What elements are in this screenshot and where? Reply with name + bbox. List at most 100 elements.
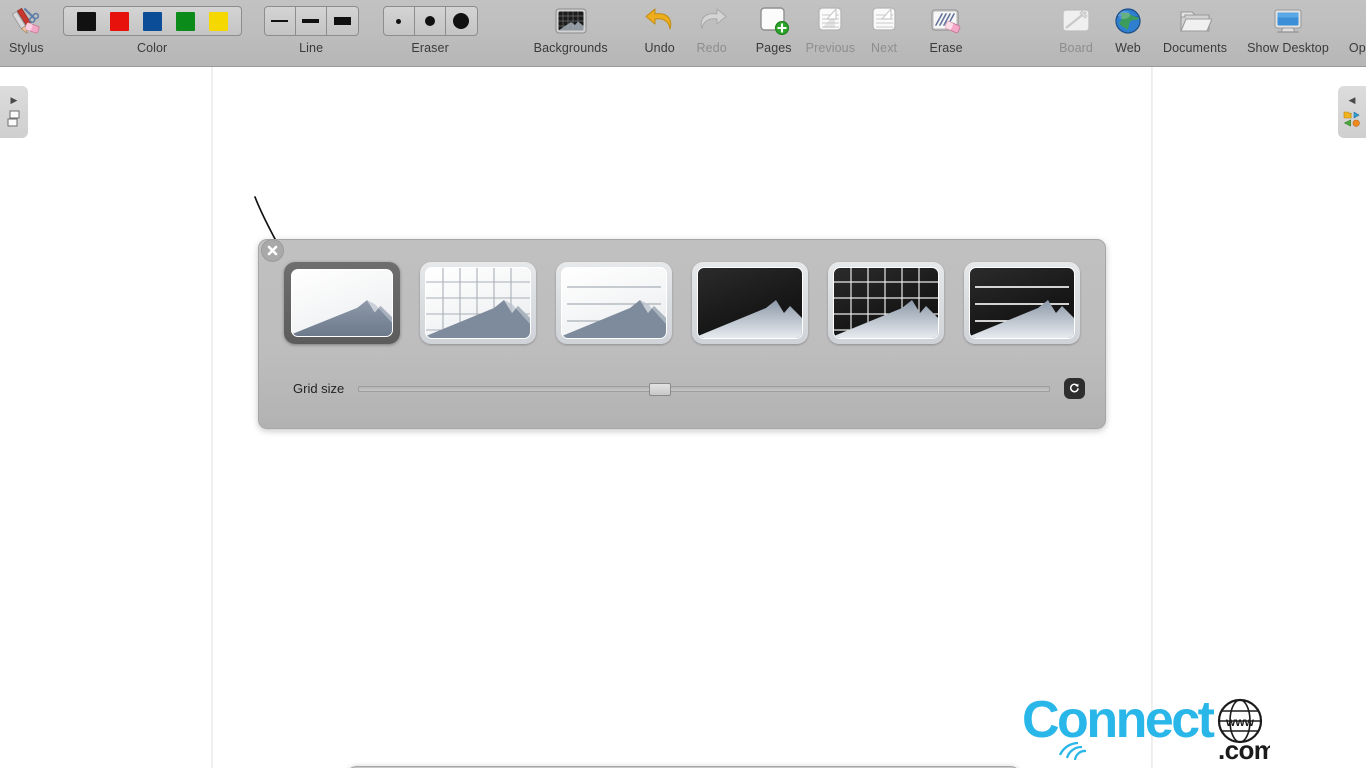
toolbar-label-undo: Undo [645,41,675,55]
toolbar-label-next: Next [871,41,897,55]
page-edge-right [1151,67,1153,768]
top-toolbar: Stylus Color [0,0,1366,67]
toolbar-item-pages[interactable]: Pages [742,0,799,55]
background-thumb-ruled-light[interactable] [556,262,672,344]
toolbar-group-erase: Erase [913,0,979,67]
toolbar-label-erase: Erase [930,41,963,55]
chevron-left-icon: ◀ [1349,96,1356,105]
toolbar-item-board[interactable]: Board [1037,0,1103,55]
toolbar-label-color: Color [137,41,167,55]
grid-size-slider[interactable] [358,386,1050,392]
line-width-thin[interactable] [265,7,296,35]
library-panel-handle-right[interactable]: ◀ [1338,86,1366,138]
connect-logo-icon: Connect www .com [1022,685,1270,767]
previous-page-icon [815,4,845,38]
erase-board-icon [929,4,963,38]
background-preview-grid-dark [833,267,939,339]
toolbar-label-stylus: Stylus [9,41,44,55]
background-preview-grid-light [425,267,531,339]
globe-icon [1113,4,1143,38]
add-page-icon [758,4,790,38]
svg-text:.com: .com [1218,735,1270,765]
grid-size-row: Grid size [259,366,1107,411]
toolbar-item-backgrounds[interactable]: Backgrounds [512,0,630,55]
toolbar-item-eraser: Eraser [371,0,490,55]
mountain-graphic [562,268,666,338]
stylus-icon [9,4,43,38]
eraser-size-icon [383,4,478,38]
toolbar-item-previous[interactable]: Previous [799,0,862,55]
backgrounds-panel: Grid size [258,239,1106,429]
toolbar-group-pages: Pages Previous [742,0,913,67]
svg-text:Connect: Connect [1022,691,1215,749]
toolbar-label-backgrounds: Backgrounds [534,41,608,55]
monitor-icon [1272,4,1304,38]
background-thumb-grid-light[interactable] [420,262,536,344]
color-swatch-blue[interactable] [143,12,162,31]
color-palette-icon [63,4,242,38]
toolbar-group-history: Undo Redo [630,0,742,67]
toolbar-label-eraser: Eraser [411,41,448,55]
toolbar-label-board: Board [1059,41,1093,55]
close-icon [266,244,279,257]
toolbar-item-erase[interactable]: Erase [913,0,979,55]
redo-arrow-icon [696,4,728,38]
toolbar-item-undo[interactable]: Undo [630,0,686,55]
toolbar-group-modes: Board Web [1037,0,1366,67]
toolbar-item-show-desktop[interactable]: Show Desktop [1237,0,1339,55]
color-swatch-box [63,6,242,36]
mountain-graphic [698,268,802,338]
toolbar-label-line: Line [299,41,323,55]
mountain-graphic [834,268,938,338]
background-preview-ruled-dark [969,267,1075,339]
line-width-thick[interactable] [327,7,358,35]
grid-size-slider-handle[interactable] [649,383,671,396]
background-preview-plain-light [291,269,393,337]
library-panel-handle-left[interactable]: ▶ [0,86,28,138]
reset-icon [1068,382,1081,395]
pages-stack-icon [7,110,22,128]
connect-watermark: Connect www .com [1022,685,1270,767]
board-canvas[interactable]: ▶ ◀ [0,67,1366,768]
color-swatch-green[interactable] [176,12,195,31]
eraser-size-small[interactable] [384,7,415,35]
board-icon [1060,4,1092,38]
backgrounds-thumbnail-row [259,240,1107,366]
toolbar-group-stylus: Stylus [0,0,53,67]
line-width-medium[interactable] [296,7,327,35]
toolbar-label-previous: Previous [806,41,855,55]
backgrounds-panel-close-button[interactable] [261,239,284,262]
background-thumb-plain-dark[interactable] [692,262,808,344]
page-edge-left [211,67,213,768]
folder-icon [1178,4,1212,38]
toolbar-item-color: Color [53,0,252,55]
grid-size-label: Grid size [293,381,344,396]
toolbar-item-next[interactable]: Next [862,0,913,55]
background-thumb-grid-dark[interactable] [828,262,944,344]
background-thumb-plain-light[interactable] [284,262,400,344]
library-shapes-icon [1343,110,1361,128]
line-width-box [264,6,359,36]
toolbar-item-web[interactable]: Web [1103,0,1153,55]
toolbar-label-openboard: OpenBoard [1349,41,1366,55]
toolbar-item-documents[interactable]: Documents [1153,0,1237,55]
eraser-size-large[interactable] [446,7,477,35]
mountain-graphic [292,270,392,336]
chevron-right-icon: ▶ [11,96,18,105]
toolbar-label-pages: Pages [756,41,792,55]
eraser-size-medium[interactable] [415,7,446,35]
toolbar-label-redo: Redo [697,41,727,55]
eraser-size-box [383,6,478,36]
toolbar-group-backgrounds: Backgrounds [512,0,630,67]
color-swatch-black[interactable] [77,12,96,31]
toolbar-item-openboard[interactable]: OpenBoard [1339,0,1366,55]
toolbar-item-redo[interactable]: Redo [686,0,742,55]
background-thumb-ruled-dark[interactable] [964,262,1080,344]
toolbar-group-line: Line [252,0,371,67]
toolbar-label-show-desktop: Show Desktop [1247,41,1329,55]
toolbar-item-stylus[interactable]: Stylus [0,0,53,55]
color-swatch-red[interactable] [110,12,129,31]
color-swatch-yellow[interactable] [209,12,228,31]
backgrounds-icon [554,4,588,38]
grid-size-reset-button[interactable] [1064,378,1085,399]
